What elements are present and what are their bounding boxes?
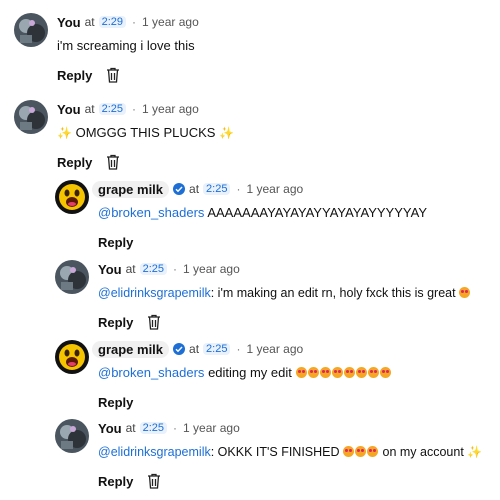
mention-link[interactable]: @broken_shaders (98, 365, 204, 380)
relative-time: 1 year ago (246, 342, 304, 356)
heart-eyes-emoji (355, 446, 367, 457)
separator: · (236, 182, 241, 196)
comment-meta: You at 2:29 · 1 year ago (57, 13, 487, 31)
comment-actions: Reply (98, 232, 488, 252)
timestamp-link[interactable]: 2:29 (98, 16, 127, 28)
timestamp-link[interactable]: 2:25 (203, 343, 231, 355)
at-label: at (84, 102, 95, 116)
comment-text: i'm screaming i love this (57, 37, 487, 55)
reply-comment: You at 2:25 · 1 year ago @elidrinksgrape… (55, 419, 495, 489)
comment-meta: grape milk at 2:25 · 1 year ago (92, 180, 488, 198)
reply-button[interactable]: Reply (98, 235, 133, 250)
mention-link[interactable]: @broken_shaders (98, 205, 204, 220)
heart-eyes-emoji (367, 367, 379, 378)
at-label: at (125, 421, 136, 435)
comment-text-body: AAAAAAAYAYAYAYYAYAYAYYYYYAY (207, 205, 427, 220)
comment: You at 2:25 · 1 year ago ✨ OMGGG THIS PL… (14, 100, 494, 170)
verified-icon (173, 183, 186, 195)
separator: · (132, 15, 137, 29)
reply-button[interactable]: Reply (57, 155, 92, 170)
timestamp-link[interactable]: 2:25 (139, 422, 168, 434)
comment-actions: Reply (98, 392, 488, 412)
author-name[interactable]: You (57, 15, 81, 30)
comment-text: @broken_shaders editing my edit (98, 364, 488, 382)
trash-icon[interactable] (106, 67, 120, 83)
comment-text: ✨ OMGGG THIS PLUCKS ✨ (57, 124, 487, 142)
trash-icon[interactable] (147, 314, 161, 330)
relative-time: 1 year ago (142, 15, 199, 29)
heart-eyes-emoji (343, 367, 355, 378)
comment-text-body: OMGGG THIS PLUCKS (75, 125, 216, 140)
sparkle-emoji: ✨ (467, 445, 483, 459)
comment-actions: Reply (57, 65, 487, 85)
comment-meta: You at 2:25 · 1 year ago (98, 419, 493, 437)
comment-text: @elidrinksgrapemilk: OKKK IT'S FINISHED … (98, 443, 493, 461)
at-label: at (189, 182, 200, 196)
trash-icon[interactable] (147, 473, 161, 489)
author-name[interactable]: You (57, 102, 81, 117)
heart-eyes-emoji (331, 367, 343, 378)
mention-link[interactable]: @elidrinksgrapemilk (98, 286, 211, 300)
trash-icon[interactable] (106, 154, 120, 170)
verified-icon (173, 343, 186, 355)
heart-eyes-emoji (307, 367, 319, 378)
comment-actions: Reply (98, 471, 493, 491)
relative-time: 1 year ago (183, 262, 240, 276)
sparkle-emoji: ✨ (219, 126, 235, 140)
relative-time: 1 year ago (183, 421, 240, 435)
author-name[interactable]: grape milk (92, 340, 170, 358)
heart-eyes-emoji (459, 287, 471, 298)
author-name[interactable]: grape milk (92, 180, 170, 198)
reply-comment: You at 2:25 · 1 year ago @elidrinksgrape… (55, 260, 495, 330)
reply-comment: grape milk at 2:25 · 1 year ago @broken_… (55, 340, 495, 410)
separator: · (236, 342, 241, 356)
comment-actions: Reply (57, 152, 487, 172)
timestamp-link[interactable]: 2:25 (98, 103, 127, 115)
sparkle-emoji: ✨ (57, 126, 72, 140)
heart-eyes-emoji (343, 446, 355, 457)
comment-meta: You at 2:25 · 1 year ago (98, 260, 493, 278)
user-avatar[interactable] (55, 419, 89, 453)
user-avatar[interactable] (14, 100, 48, 134)
separator: · (173, 262, 178, 276)
heart-eyes-emoji (355, 367, 367, 378)
comment-text-body: editing my edit (208, 365, 292, 380)
at-label: at (125, 262, 136, 276)
comment-text-body: i'm screaming i love this (57, 38, 195, 53)
comment-meta: grape milk at 2:25 · 1 year ago (92, 340, 488, 358)
heart-eyes-emoji (379, 367, 391, 378)
comment-text: @broken_shaders AAAAAAAYAYAYAYYAYAYAYYYY… (98, 204, 488, 222)
user-avatar[interactable] (55, 180, 89, 214)
comment-text-body: : i'm making an edit rn, holy fxck this … (210, 286, 456, 300)
relative-time: 1 year ago (142, 102, 199, 116)
at-label: at (84, 15, 95, 29)
reply-button[interactable]: Reply (98, 315, 133, 330)
heart-eyes-emoji (367, 446, 379, 457)
author-name[interactable]: You (98, 262, 122, 277)
comment: You at 2:29 · 1 year ago i'm screaming i… (14, 13, 494, 83)
reply-comment: grape milk at 2:25 · 1 year ago @broken_… (55, 180, 495, 250)
comment-meta: You at 2:25 · 1 year ago (57, 100, 487, 118)
heart-eyes-emoji (319, 367, 331, 378)
timestamp-link[interactable]: 2:25 (139, 263, 168, 275)
timestamp-link[interactable]: 2:25 (203, 183, 231, 195)
separator: · (173, 421, 178, 435)
mention-link[interactable]: @elidrinksgrapemilk (98, 445, 211, 459)
user-avatar[interactable] (55, 260, 89, 294)
reply-button[interactable]: Reply (57, 68, 92, 83)
user-avatar[interactable] (14, 13, 48, 47)
comment-text: @elidrinksgrapemilk: i'm making an edit … (98, 284, 493, 302)
comment-actions: Reply (98, 312, 493, 332)
at-label: at (189, 342, 200, 356)
comment-text-after: on my account (382, 445, 464, 459)
author-name[interactable]: You (98, 421, 122, 436)
separator: · (132, 102, 137, 116)
reply-button[interactable]: Reply (98, 474, 133, 489)
reply-button[interactable]: Reply (98, 395, 133, 410)
user-avatar[interactable] (55, 340, 89, 374)
comment-text-body: : OKKK IT'S FINISHED (210, 445, 340, 459)
relative-time: 1 year ago (246, 182, 304, 196)
heart-eyes-emoji (295, 367, 307, 378)
